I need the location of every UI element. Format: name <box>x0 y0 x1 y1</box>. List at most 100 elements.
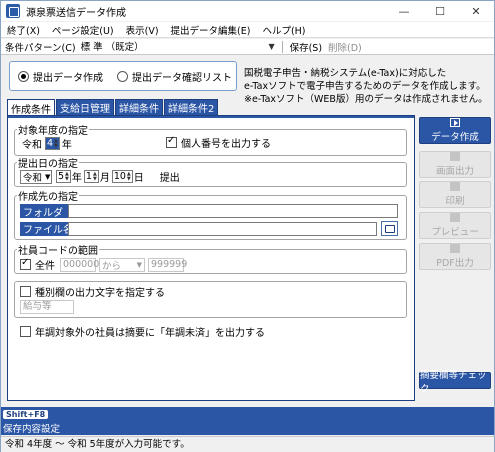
employee-range-select-value: から <box>102 260 122 272</box>
tab-detail-conditions[interactable]: 詳細条件 <box>115 99 163 116</box>
target-year-legend: 対象年度の指定 <box>18 126 88 137</box>
submit-date-legend: 提出日の指定 <box>18 159 78 170</box>
destination-legend: 作成先の指定 <box>18 192 78 203</box>
tab-detail-conditions-2[interactable]: 詳細条件2 <box>164 99 219 116</box>
category-text-row: 給与等 <box>20 300 74 314</box>
pdf-output-label: PDF出力 <box>436 258 474 269</box>
submit-day-unit: 日 <box>133 173 144 184</box>
submit-month-unit: 月 <box>99 173 110 184</box>
filename-input[interactable] <box>68 221 377 236</box>
tab-payment-date[interactable]: 支給日管理 <box>56 99 114 116</box>
condition-pattern-select[interactable]: 標 準 （既定） <box>77 39 266 54</box>
function-key-bar: Shift+F8 保存内容設定 <box>1 407 494 435</box>
employee-to-input[interactable]: 999999 <box>148 257 187 272</box>
category-output-label: 種別欄の出力文字を指定する <box>35 288 165 299</box>
submit-suffix: 提出 <box>159 173 180 184</box>
category-output-input[interactable]: 給与等 <box>20 300 74 314</box>
etax-notice: 国税電子申告・納税システム(e-Tax)に対応した e-Taxソフトで電子申告す… <box>244 67 494 106</box>
category-output-row[interactable]: 種別欄の出力文字を指定する <box>20 284 165 299</box>
create-conditions-panel: 対象年度の指定 令和 4 ▲▼ 年 個人番号を出力する 提出日の指定 令和▼ 5… <box>7 115 415 401</box>
year-end-checkbox[interactable] <box>20 326 31 337</box>
menu-exit[interactable]: 終了(X) <box>1 23 46 37</box>
submit-month-spinner[interactable]: 1 ▲ ▼ <box>83 170 99 183</box>
panel-accent <box>8 116 414 118</box>
category-output-checkbox[interactable] <box>20 286 31 297</box>
target-year-spinner[interactable]: 4 ▲ ▼ <box>45 137 60 150</box>
employee-range-legend: 社員コードの範囲 <box>18 246 98 257</box>
spinner-arrows-icon[interactable]: ▲ ▼ <box>65 171 69 182</box>
submit-era-select[interactable]: 令和 ▼ <box>20 169 52 184</box>
fkey-shortcut: Shift+F8 <box>3 410 49 419</box>
submit-date-row: 令和 ▼ 5 ▲ ▼ 年 1 ▲ ▼ 月 10 ▲ ▼ 日 提出 <box>20 169 180 184</box>
maximize-button[interactable]: ☐ <box>422 1 458 21</box>
menu-bar: 終了(X) ページ設定(U) 表示(V) 提出データ編集(E) ヘルプ(H) <box>1 22 494 38</box>
employee-from-input[interactable]: 000000 <box>60 257 99 272</box>
screen-output-button[interactable]: 画面出力 <box>419 151 491 178</box>
printer-icon <box>450 182 460 191</box>
notice-line-2: e-Taxソフトで電子申告するためのデータを作成します。 <box>244 81 486 92</box>
close-button[interactable]: ✕ <box>458 1 494 21</box>
target-year-era: 令和 <box>22 140 42 151</box>
tab-create-conditions[interactable]: 作成条件 <box>7 99 55 116</box>
fkey-label: 保存内容設定 <box>3 424 61 435</box>
mynumber-label: 個人番号を出力する <box>181 139 271 150</box>
preview-icon <box>450 213 460 222</box>
tab-bar: 作成条件 支給日管理 詳細条件 詳細条件2 <box>7 99 219 116</box>
radio-selected-icon <box>18 70 29 82</box>
all-employees-checkbox[interactable] <box>20 257 31 270</box>
delete-pattern-button[interactable]: 削除(D) <box>325 40 365 54</box>
mode-selector: 提出データ作成 提出データ確認リスト <box>9 61 237 91</box>
menu-view[interactable]: 表示(V) <box>120 23 165 37</box>
create-data-button[interactable]: データ作成 <box>419 117 491 144</box>
minimize-button[interactable]: — <box>386 1 422 21</box>
submit-year-spinner[interactable]: 5 ▲ ▼ <box>56 170 71 183</box>
mynumber-checkbox-row[interactable]: 個人番号を出力する <box>166 135 271 150</box>
spinner-arrows-icon[interactable]: ▲ ▼ <box>127 171 131 182</box>
app-icon <box>6 4 20 18</box>
menu-help[interactable]: ヘルプ(H) <box>256 23 311 37</box>
condition-pattern-bar: 条件パターン(C) 標 準 （既定） ▼ 保存(S) 削除(D) <box>1 39 494 55</box>
menu-edit-submission[interactable]: 提出データ編集(E) <box>165 23 257 37</box>
spinner-arrows-icon[interactable]: ▲ ▼ <box>93 171 97 182</box>
target-year-row: 令和 4 ▲ ▼ 年 <box>22 136 72 151</box>
spinner-arrows-icon[interactable]: ▲ ▼ <box>54 138 58 149</box>
submit-month-value: 1 <box>85 171 92 182</box>
folder-label: フォルダ <box>20 204 68 219</box>
target-year-unit: 年 <box>61 140 72 151</box>
all-employees-label: 全件 <box>35 261 55 272</box>
print-label: 印刷 <box>445 196 465 207</box>
notice-line-1: 国税電子申告・納税システム(e-Tax)に対応した <box>244 68 447 79</box>
pdf-icon <box>450 244 460 253</box>
employee-range-row: 全件 000000 から ▼ 999999 <box>20 257 187 272</box>
submit-day-spinner[interactable]: 10 ▲ ▼ <box>111 170 133 183</box>
save-pattern-button[interactable]: 保存(S) <box>287 40 325 54</box>
create-data-label: データ作成 <box>431 132 479 143</box>
submit-day-value: 10 <box>113 171 126 182</box>
employee-range-select[interactable]: から ▼ <box>99 257 145 272</box>
mode-radio-checklist[interactable]: 提出データ確認リスト <box>117 69 232 84</box>
folder-row: フォルダ <box>20 204 398 219</box>
summary-check-button[interactable]: 摘要欄等チェック <box>419 370 491 395</box>
filename-row: ファイル名 <box>20 221 398 236</box>
preview-button[interactable]: プレビュー <box>419 212 491 239</box>
mode-radio-create[interactable]: 提出データ作成 <box>18 69 103 84</box>
chevron-down-icon: ▼ <box>136 260 142 269</box>
mode-radio-checklist-label: 提出データ確認リスト <box>132 72 232 84</box>
play-icon <box>450 118 460 127</box>
menu-page-setup[interactable]: ページ設定(U) <box>46 23 120 37</box>
filename-label: ファイル名 <box>20 221 73 236</box>
folder-input[interactable] <box>68 204 398 218</box>
separator <box>281 40 283 53</box>
chevron-down-icon: ▼ <box>45 172 51 181</box>
print-button[interactable]: 印刷 <box>419 181 491 208</box>
fkey-save-settings[interactable]: Shift+F8 保存内容設定 <box>3 409 60 435</box>
pdf-output-button[interactable]: PDF出力 <box>419 243 491 270</box>
condition-pattern-label: 条件パターン(C) <box>5 42 76 54</box>
screen-icon <box>450 152 460 161</box>
browse-folder-button[interactable] <box>381 221 398 236</box>
submit-year-unit: 年 <box>71 173 82 184</box>
chevron-down-icon[interactable]: ▼ <box>266 42 278 51</box>
screen-output-label: 画面出力 <box>435 166 474 177</box>
year-end-row[interactable]: 年調対象外の社員は摘要に「年調未済」を出力する <box>20 324 265 339</box>
mynumber-checkbox[interactable] <box>166 135 177 148</box>
